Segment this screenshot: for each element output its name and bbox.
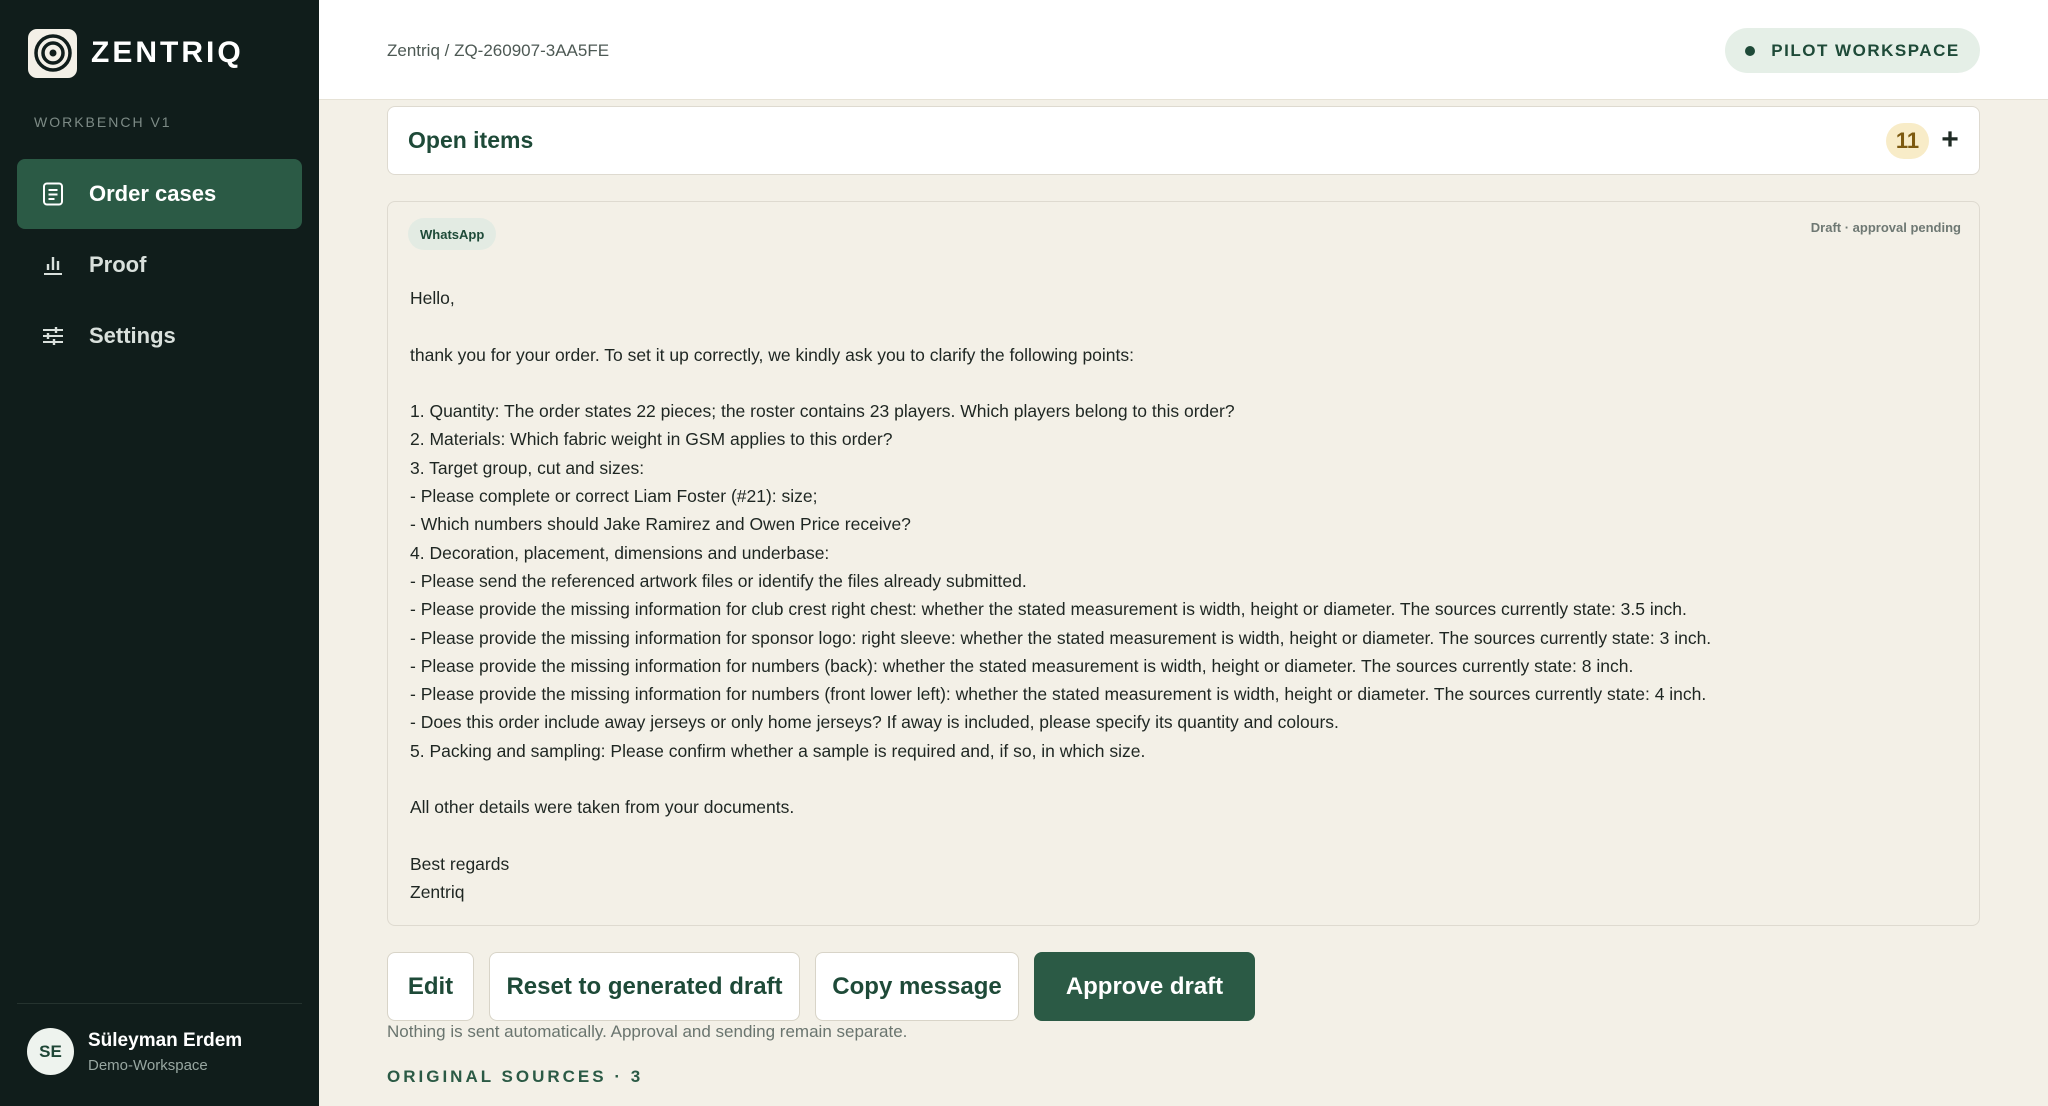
message-line	[410, 822, 1950, 850]
message-line: Hello,	[410, 288, 455, 308]
breadcrumb: Zentriq / ZQ-260907-3AA5FE	[387, 41, 610, 60]
message-line: Best regards	[410, 853, 510, 874]
document-icon	[39, 180, 67, 208]
status-dot-icon	[1745, 45, 1756, 56]
sidebar-item-label: Order cases	[89, 181, 217, 206]
sidebar-item-label: Settings	[89, 323, 176, 348]
send-note: Nothing is sent automatically. Approval …	[387, 1022, 908, 1041]
copy-message-button[interactable]: Copy message	[815, 952, 1019, 1021]
draft-message-card: WhatsApp Draft · approval pending Hello,…	[387, 201, 1980, 926]
sliders-icon	[39, 322, 67, 350]
zentriq-logo-icon	[28, 28, 77, 78]
original-sources-heading[interactable]: ORIGINAL SOURCES · 3	[387, 1067, 643, 1087]
expand-plus-icon[interactable]: +	[1935, 120, 1965, 160]
message-line: - Which numbers should Jake Ramirez and …	[410, 514, 911, 535]
user-workspace: Demo-Workspace	[88, 1056, 208, 1074]
brand-name: ZENTRIQ	[91, 36, 244, 69]
draft-status: Draft · approval pending	[1810, 220, 1961, 235]
open-items-count-badge: 11	[1886, 123, 1929, 159]
draft-actions: Edit Reset to generated draft Copy messa…	[387, 952, 1270, 1021]
reset-draft-button[interactable]: Reset to generated draft	[489, 952, 800, 1021]
message-line	[410, 765, 1950, 793]
message-line: 3. Target group, cut and sizes:	[410, 457, 645, 478]
message-line: 1. Quantity: The order states 22 pieces;…	[410, 401, 1235, 422]
brand[interactable]: ZENTRIQ	[28, 28, 244, 78]
message-line: 4. Decoration, placement, dimensions and…	[410, 542, 830, 563]
channel-badge: WhatsApp	[408, 218, 497, 250]
message-line: - Please provide the missing information…	[410, 599, 1687, 620]
workspace-badge-label: PILOT WORKSPACE	[1771, 40, 1960, 60]
message-line	[410, 369, 1950, 397]
sidebar-item-proof[interactable]: Proof	[17, 230, 302, 300]
sidebar-item-label: Proof	[89, 252, 147, 277]
avatar: SE	[27, 1028, 74, 1075]
approve-draft-button[interactable]: Approve draft	[1034, 952, 1255, 1021]
message-line: Zentriq	[410, 882, 465, 903]
open-items-title: Open items	[408, 127, 534, 153]
open-items-panel[interactable]: Open items 11 +	[387, 106, 1980, 175]
sidebar-nav: Order cases Proof Settings	[17, 159, 302, 372]
message-line: 2. Materials: Which fabric weight in GSM…	[410, 429, 893, 450]
message-line: - Does this order include away jerseys o…	[410, 712, 1339, 733]
workspace-badge: PILOT WORKSPACE	[1725, 28, 1980, 73]
message-line: thank you for your order. To set it up c…	[410, 344, 1135, 365]
user-name: Süleyman Erdem	[88, 1029, 243, 1051]
message-body: Hello, thank you for your order. To set …	[410, 284, 1950, 907]
sidebar-item-settings[interactable]: Settings	[17, 301, 302, 371]
sidebar-item-order-cases[interactable]: Order cases	[17, 159, 302, 229]
section-label: WORKBENCH V1	[34, 114, 172, 130]
message-line: - Please provide the missing information…	[410, 655, 1634, 676]
message-line: - Please send the referenced artwork fil…	[410, 570, 1027, 591]
message-line: - Please complete or correct Liam Foster…	[410, 486, 818, 507]
top-header: Zentriq / ZQ-260907-3AA5FE PILOT WORKSPA…	[319, 0, 2048, 100]
bar-chart-icon	[39, 251, 67, 279]
message-line: All other details were taken from your d…	[410, 797, 795, 818]
message-line: 5. Packing and sampling: Please confirm …	[410, 740, 1146, 761]
message-line: - Please provide the missing information…	[410, 627, 1712, 648]
message-line: - Please provide the missing information…	[410, 684, 1707, 705]
edit-button[interactable]: Edit	[387, 952, 474, 1021]
sidebar: ZENTRIQ WORKBENCH V1 Order cases Proof S…	[0, 0, 319, 1106]
user-profile[interactable]: SE Süleyman Erdem Demo-Workspace	[17, 1003, 302, 1075]
message-line	[410, 312, 1950, 340]
